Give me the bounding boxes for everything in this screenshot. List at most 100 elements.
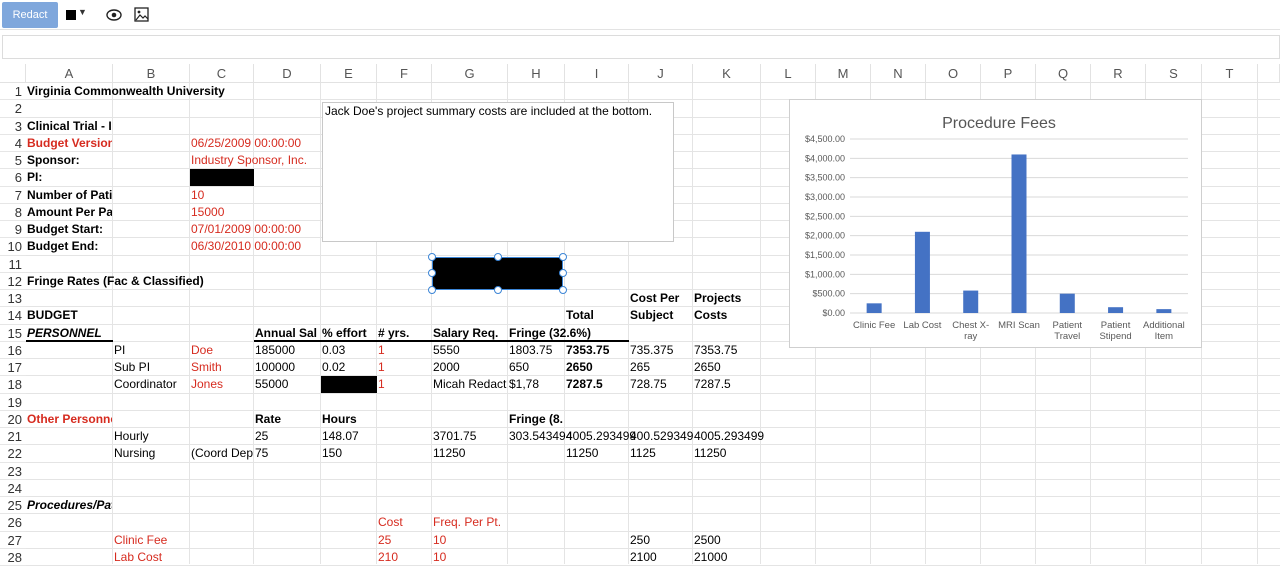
cell-e16[interactable]: 0.03 bbox=[321, 342, 376, 359]
column-header-p[interactable]: P bbox=[981, 64, 1036, 83]
cell-a25[interactable]: Procedures/Pati bbox=[26, 497, 112, 514]
cell-c10[interactable]: 06/30/2010 00:00:00 bbox=[190, 238, 320, 255]
cell-a1[interactable]: Virginia Commonwealth University bbox=[26, 83, 320, 100]
column-header-n[interactable]: N bbox=[871, 64, 926, 83]
text-box[interactable]: Jack Doe's project summary costs are inc… bbox=[322, 102, 674, 242]
resize-handle-right[interactable] bbox=[559, 269, 567, 277]
row-header-23[interactable]: 23 bbox=[0, 463, 26, 480]
row-header-8[interactable]: 8 bbox=[0, 204, 26, 221]
column-header-t[interactable]: T bbox=[1202, 64, 1258, 83]
cell-a10[interactable]: Budget End: bbox=[26, 238, 112, 255]
cell-a8[interactable]: Amount Per Pat bbox=[26, 204, 112, 221]
column-header-f[interactable]: F bbox=[377, 64, 432, 83]
row-header-17[interactable]: 17 bbox=[0, 359, 26, 377]
cell-k17[interactable]: 2650 bbox=[693, 359, 760, 376]
row-header-6[interactable]: 6 bbox=[0, 169, 26, 187]
cell-e21[interactable]: 148.07 bbox=[321, 428, 376, 445]
cell-g16[interactable]: 5550 bbox=[432, 342, 507, 359]
cell-e20[interactable]: Hours bbox=[321, 411, 376, 428]
cell-f16[interactable]: 1 bbox=[377, 342, 431, 359]
column-header-m[interactable]: M bbox=[816, 64, 871, 83]
redaction-box-coordinator-effort[interactable] bbox=[321, 376, 377, 394]
column-header-l[interactable]: L bbox=[761, 64, 816, 83]
cell-i17[interactable]: 2650 bbox=[565, 359, 628, 376]
cell-b27[interactable]: Clinic Fee bbox=[113, 532, 189, 549]
cell-c7[interactable]: 10 bbox=[190, 187, 253, 204]
row-header-26[interactable]: 26 bbox=[0, 514, 26, 532]
cell-c18[interactable]: Jones bbox=[190, 376, 253, 393]
row-header-11[interactable]: 11 bbox=[0, 256, 26, 273]
cell-g26[interactable]: Freq. Per Pt. bbox=[432, 514, 564, 531]
cell-b18[interactable]: Coordinator bbox=[113, 376, 189, 393]
row-header-19[interactable]: 19 bbox=[0, 394, 26, 411]
formula-bar-input[interactable] bbox=[2, 35, 1280, 59]
cell-k16[interactable]: 7353.75 bbox=[693, 342, 760, 359]
row-header-2[interactable]: 2 bbox=[0, 100, 26, 118]
row-header-22[interactable]: 22 bbox=[0, 445, 26, 463]
cell-k22[interactable]: 11250 bbox=[693, 445, 760, 462]
cell-j27[interactable]: 250 bbox=[629, 532, 692, 549]
cell-h16[interactable]: 1803.75 bbox=[508, 342, 564, 359]
row-header-14[interactable]: 14 bbox=[0, 307, 26, 325]
cell-k13[interactable]: Projects bbox=[693, 290, 760, 307]
resize-handle-left[interactable] bbox=[428, 269, 436, 277]
cell-a3[interactable]: Clinical Trial - In bbox=[26, 118, 112, 135]
cell-c8[interactable]: 15000 bbox=[190, 204, 253, 221]
select-all-corner[interactable] bbox=[0, 64, 26, 83]
row-header-21[interactable]: 21 bbox=[0, 428, 26, 446]
resize-handle-bottom-left[interactable] bbox=[428, 286, 436, 294]
cell-k27[interactable]: 2500 bbox=[693, 532, 760, 549]
cell-g21[interactable]: 3701.75 bbox=[432, 428, 507, 445]
row-header-27[interactable]: 27 bbox=[0, 532, 26, 549]
redaction-box-pi-name[interactable] bbox=[190, 169, 254, 187]
column-header-d[interactable]: D bbox=[254, 64, 321, 83]
cell-g22[interactable]: 11250 bbox=[432, 445, 507, 462]
cell-a7[interactable]: Number of Patie bbox=[26, 187, 112, 204]
cell-d17[interactable]: 100000 bbox=[254, 359, 320, 376]
column-header-e[interactable]: E bbox=[321, 64, 377, 83]
cell-a12[interactable]: Fringe Rates (Fac & Classified) bbox=[26, 273, 320, 290]
redact-button[interactable]: Redact bbox=[2, 2, 58, 28]
chevron-down-icon[interactable]: ▼ bbox=[78, 7, 87, 17]
cell-g28[interactable]: 10 bbox=[432, 549, 507, 566]
image-icon[interactable] bbox=[134, 7, 149, 22]
resize-handle-top-right[interactable] bbox=[559, 253, 567, 261]
cell-b28[interactable]: Lab Cost bbox=[113, 549, 189, 566]
cell-k14[interactable]: Costs bbox=[693, 307, 760, 324]
cell-f28[interactable]: 210 bbox=[377, 549, 431, 566]
row-header-13[interactable]: 13 bbox=[0, 290, 26, 308]
column-header-g[interactable]: G bbox=[432, 64, 508, 83]
cell-j28[interactable]: 2100 bbox=[629, 549, 692, 566]
resize-handle-top-left[interactable] bbox=[428, 253, 436, 261]
row-header-9[interactable]: 9 bbox=[0, 221, 26, 239]
row-header-15[interactable]: 15 bbox=[0, 325, 26, 342]
row-header-24[interactable]: 24 bbox=[0, 480, 26, 497]
cell-d20[interactable]: Rate bbox=[254, 411, 320, 428]
cell-b17[interactable]: Sub PI bbox=[113, 359, 189, 376]
cell-g17[interactable]: 2000 bbox=[432, 359, 507, 376]
black-color-swatch-icon[interactable] bbox=[66, 10, 76, 20]
cell-h18[interactable]: $1,78 bbox=[508, 376, 564, 393]
cell-e22[interactable]: 150 bbox=[321, 445, 376, 462]
cell-d18[interactable]: 55000 bbox=[254, 376, 320, 393]
cell-h20[interactable]: Fringe (8.: bbox=[508, 411, 564, 428]
cell-j22[interactable]: 1125 bbox=[629, 445, 692, 462]
column-header-c[interactable]: C bbox=[190, 64, 254, 83]
column-header-k[interactable]: K bbox=[693, 64, 761, 83]
row-header-1[interactable]: 1 bbox=[0, 83, 26, 101]
cell-b22[interactable]: Nursing bbox=[113, 445, 189, 462]
column-header-i[interactable]: I bbox=[565, 64, 629, 83]
resize-handle-bottom[interactable] bbox=[494, 286, 502, 294]
cell-a20[interactable]: Other Personne bbox=[26, 411, 112, 428]
cell-a4[interactable]: Budget Version: bbox=[26, 135, 112, 152]
row-header-16[interactable]: 16 bbox=[0, 342, 26, 359]
cell-b21[interactable]: Hourly bbox=[113, 428, 189, 445]
cell-j17[interactable]: 265 bbox=[629, 359, 692, 376]
column-header-h[interactable]: H bbox=[508, 64, 565, 83]
cell-k21[interactable]: 4005.293499 bbox=[693, 428, 815, 445]
cell-a14[interactable]: BUDGET bbox=[26, 307, 112, 324]
cell-j16[interactable]: 735.375 bbox=[629, 342, 692, 359]
row-header-18[interactable]: 18 bbox=[0, 376, 26, 394]
cell-c4[interactable]: 06/25/2009 00:00:00 bbox=[190, 135, 320, 152]
cell-c5[interactable]: Industry Sponsor, Inc. bbox=[190, 152, 320, 169]
